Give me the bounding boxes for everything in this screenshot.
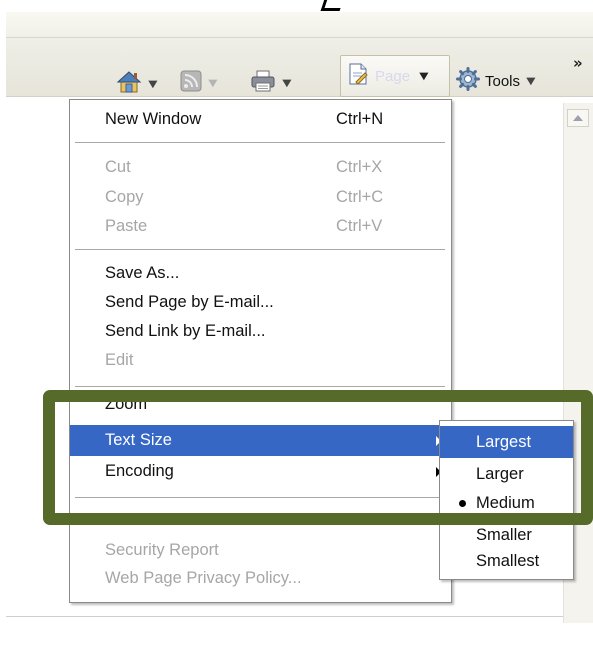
tools-menu-label: Tools	[485, 72, 521, 90]
text-size-medium[interactable]: Medium	[440, 487, 573, 519]
menu-item-new-window[interactable]: New Window Ctrl+N	[70, 104, 451, 135]
menu-item-label: Send Link by E-mail...	[105, 322, 266, 340]
home-dropdown-icon[interactable]: ▼	[148, 79, 157, 90]
cropped-glyph	[320, 0, 347, 11]
printer-icon	[250, 69, 276, 97]
menu-item-paste[interactable]: Paste Ctrl+V	[70, 211, 451, 242]
menu-item-label: Encoding	[105, 462, 174, 480]
menu-item-copy[interactable]: Copy Ctrl+C	[70, 182, 451, 213]
menu-item-text-size[interactable]: Text Size	[70, 425, 451, 456]
menu-item-label: Save As...	[105, 264, 180, 282]
menu-item-label: Edit	[105, 351, 134, 369]
menu-item-label: Cut	[105, 158, 131, 176]
home-button[interactable]: ▼	[116, 70, 157, 98]
menu-item-save-as[interactable]: Save As...	[70, 258, 451, 289]
more-commands-chevron[interactable]: »	[573, 54, 583, 72]
menu-item-cut[interactable]: Cut Ctrl+X	[70, 152, 451, 183]
text-size-submenu: Largest Larger Medium Smaller Smallest	[439, 420, 574, 580]
menu-item-label: New Window	[105, 110, 202, 128]
menu-item-zoom[interactable]: Zoom	[70, 389, 451, 420]
page-dropdown-menu: New Window Ctrl+N Cut Ctrl+X Copy Ctrl+C…	[69, 99, 452, 603]
text-size-larger[interactable]: Larger	[440, 458, 573, 490]
print-button[interactable]: ▼	[250, 69, 291, 97]
menu-item-label: Zoom	[105, 395, 148, 413]
page-menu-label: Page	[375, 67, 411, 85]
content-bottom-border	[6, 616, 593, 617]
selected-bullet-icon	[459, 500, 466, 507]
submenu-item-label: Largest	[476, 433, 532, 451]
feeds-icon	[180, 70, 202, 96]
submenu-item-label: Smallest	[476, 552, 540, 570]
arrow-up-icon	[573, 115, 583, 121]
menu-separator	[75, 386, 445, 388]
tools-menu-button[interactable]: Tools ▼	[456, 67, 536, 95]
print-dropdown-icon[interactable]: ▼	[282, 78, 291, 89]
menu-separator	[75, 249, 445, 251]
menu-item-label: Paste	[105, 217, 148, 235]
menu-item-send-page[interactable]: Send Page by E-mail...	[70, 287, 451, 318]
command-bar: ▼ ▼ ▼ Page ▼ Tools ▼ »	[6, 12, 593, 97]
submenu-item-label: Medium	[476, 494, 535, 512]
menu-item-label: Web Page Privacy Policy...	[105, 569, 302, 587]
menu-item-shortcut: Ctrl+N	[336, 110, 384, 128]
feeds-dropdown-icon[interactable]: ▼	[208, 78, 217, 89]
menu-item-send-link[interactable]: Send Link by E-mail...	[70, 316, 451, 347]
menu-item-label: Copy	[105, 188, 144, 206]
menu-item-encoding[interactable]: Encoding	[70, 456, 451, 487]
tools-dropdown-icon[interactable]: ▼	[526, 76, 535, 87]
menu-item-privacy-policy[interactable]: Web Page Privacy Policy...	[70, 563, 451, 594]
scroll-up-button[interactable]	[567, 109, 589, 127]
page-menu-button[interactable]: Page ▼	[340, 55, 450, 97]
menu-item-security-report[interactable]: Security Report	[70, 535, 451, 566]
menu-item-shortcut: Ctrl+X	[336, 158, 383, 176]
menu-separator	[75, 142, 445, 144]
page-icon	[347, 62, 369, 90]
menu-item-label: Send Page by E-mail...	[105, 293, 274, 311]
feeds-button[interactable]: ▼	[180, 70, 217, 96]
toolbar-divider	[6, 37, 593, 38]
text-size-largest[interactable]: Largest	[440, 426, 573, 458]
menu-item-edit[interactable]: Edit	[70, 345, 451, 376]
submenu-item-label: Larger	[476, 465, 524, 483]
menu-item-shortcut: Ctrl+C	[336, 188, 384, 206]
gear-icon	[456, 67, 480, 95]
menu-separator	[75, 497, 445, 499]
screenshot: ▼ ▼ ▼ Page ▼ Tools ▼ » New Window Ctrl+N…	[6, 0, 593, 660]
menu-item-shortcut: Ctrl+V	[336, 217, 383, 235]
text-size-smallest[interactable]: Smallest	[440, 545, 573, 577]
menu-item-label: Text Size	[105, 431, 172, 449]
page-dropdown-icon[interactable]: ▼	[419, 71, 428, 82]
home-icon	[116, 70, 142, 98]
menu-item-label: Security Report	[105, 541, 219, 559]
